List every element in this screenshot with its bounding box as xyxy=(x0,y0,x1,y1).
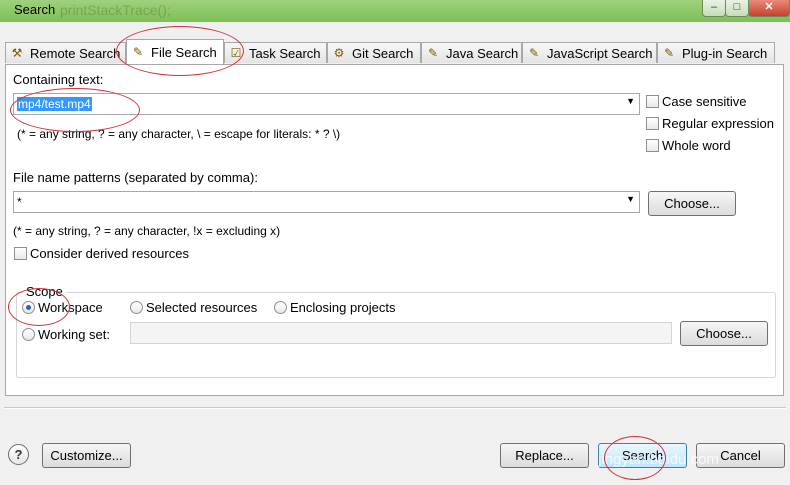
patterns-choose-button[interactable]: Choose... xyxy=(648,191,736,216)
file-name-patterns-label: File name patterns (separated by comma): xyxy=(13,170,258,185)
scope-legend: Scope xyxy=(23,284,66,299)
search-tabs: ⚒ Remote Search ✎ File Search ☑ Task Sea… xyxy=(5,39,785,64)
tab-label: JavaScript Search xyxy=(547,45,653,61)
tab-java-search[interactable]: ✎ Java Search xyxy=(421,42,522,63)
containing-text-hint: (* = any string, ? = any character, \ = … xyxy=(17,127,341,141)
containing-text-value: mp4/test.mp4 xyxy=(17,97,92,111)
regular-expression-checkbox[interactable] xyxy=(646,117,659,130)
background-editor-text: printStackTrace(); xyxy=(60,2,171,18)
tab-plugin-search[interactable]: ✎ Plug-in Search xyxy=(657,42,775,63)
containing-text-combo[interactable]: mp4/test.mp4 ▼ xyxy=(13,93,640,115)
plugin-search-icon: ✎ xyxy=(663,46,675,60)
replace-button[interactable]: Replace... xyxy=(500,443,589,468)
working-set-field xyxy=(130,322,672,344)
case-sensitive-checkbox[interactable] xyxy=(646,95,659,108)
file-name-patterns-hint: (* = any string, ? = any character, !x =… xyxy=(13,224,281,238)
whole-word-checkbox[interactable] xyxy=(646,139,659,152)
watermark: jingyan.baidu.com xyxy=(598,451,719,468)
enclosing-projects-radio[interactable] xyxy=(274,301,287,314)
file-name-patterns-combo[interactable]: * ▼ xyxy=(13,191,640,213)
enclosing-projects-label: Enclosing projects xyxy=(290,300,396,315)
selected-resources-label: Selected resources xyxy=(146,300,258,315)
whole-word-label: Whole word xyxy=(662,138,731,153)
maximize-icon: □ xyxy=(733,1,741,13)
git-search-icon: ⚙ xyxy=(333,46,345,60)
customize-button[interactable]: Customize... xyxy=(42,443,131,468)
tab-git-search[interactable]: ⚙ Git Search xyxy=(327,42,421,63)
help-icon: ? xyxy=(14,447,23,462)
tab-task-search[interactable]: ☑ Task Search xyxy=(224,42,327,63)
maximize-button[interactable]: □ xyxy=(725,0,749,17)
workspace-radio[interactable] xyxy=(22,301,35,314)
derived-resources-label: Consider derived resources xyxy=(30,246,189,261)
task-search-icon: ☑ xyxy=(230,46,242,60)
chevron-down-icon[interactable]: ▼ xyxy=(626,96,635,106)
remote-search-icon: ⚒ xyxy=(11,46,23,60)
tab-label: Remote Search xyxy=(30,45,121,61)
minimize-icon: – xyxy=(710,1,718,13)
tab-file-search[interactable]: ✎ File Search xyxy=(126,39,224,64)
file-search-panel: Containing text: mp4/test.mp4 ▼ (* = any… xyxy=(5,64,784,396)
file-name-patterns-value: * xyxy=(17,195,22,209)
javascript-search-icon: ✎ xyxy=(528,46,540,60)
close-icon: ✕ xyxy=(764,1,774,13)
containing-text-label: Containing text: xyxy=(13,72,104,87)
case-sensitive-label: Case sensitive xyxy=(662,94,747,109)
tab-label: File Search xyxy=(151,44,217,60)
workspace-label: Workspace xyxy=(38,300,103,315)
help-button[interactable]: ? xyxy=(8,444,29,465)
tab-javascript-search[interactable]: ✎ JavaScript Search xyxy=(522,42,657,63)
java-search-icon: ✎ xyxy=(427,46,439,60)
window-title: Search xyxy=(14,2,56,17)
title-bar: Search printStackTrace(); – □ ✕ xyxy=(0,0,790,22)
working-set-radio[interactable] xyxy=(22,328,35,341)
tab-label: Git Search xyxy=(352,45,414,61)
derived-resources-checkbox[interactable] xyxy=(14,247,27,260)
tab-label: Java Search xyxy=(446,45,519,61)
working-set-label: Working set: xyxy=(38,327,111,342)
file-search-icon: ✎ xyxy=(132,45,144,59)
selected-resources-radio[interactable] xyxy=(130,301,143,314)
footer-separator xyxy=(4,407,786,409)
tab-label: Task Search xyxy=(249,45,321,61)
working-set-choose-button[interactable]: Choose... xyxy=(680,321,768,346)
close-button[interactable]: ✕ xyxy=(748,0,790,17)
regular-expression-label: Regular expression xyxy=(662,116,775,131)
chevron-down-icon[interactable]: ▼ xyxy=(626,194,635,204)
tab-remote-search[interactable]: ⚒ Remote Search xyxy=(5,42,126,63)
minimize-button[interactable]: – xyxy=(702,0,726,17)
tab-label: Plug-in Search xyxy=(682,45,768,61)
